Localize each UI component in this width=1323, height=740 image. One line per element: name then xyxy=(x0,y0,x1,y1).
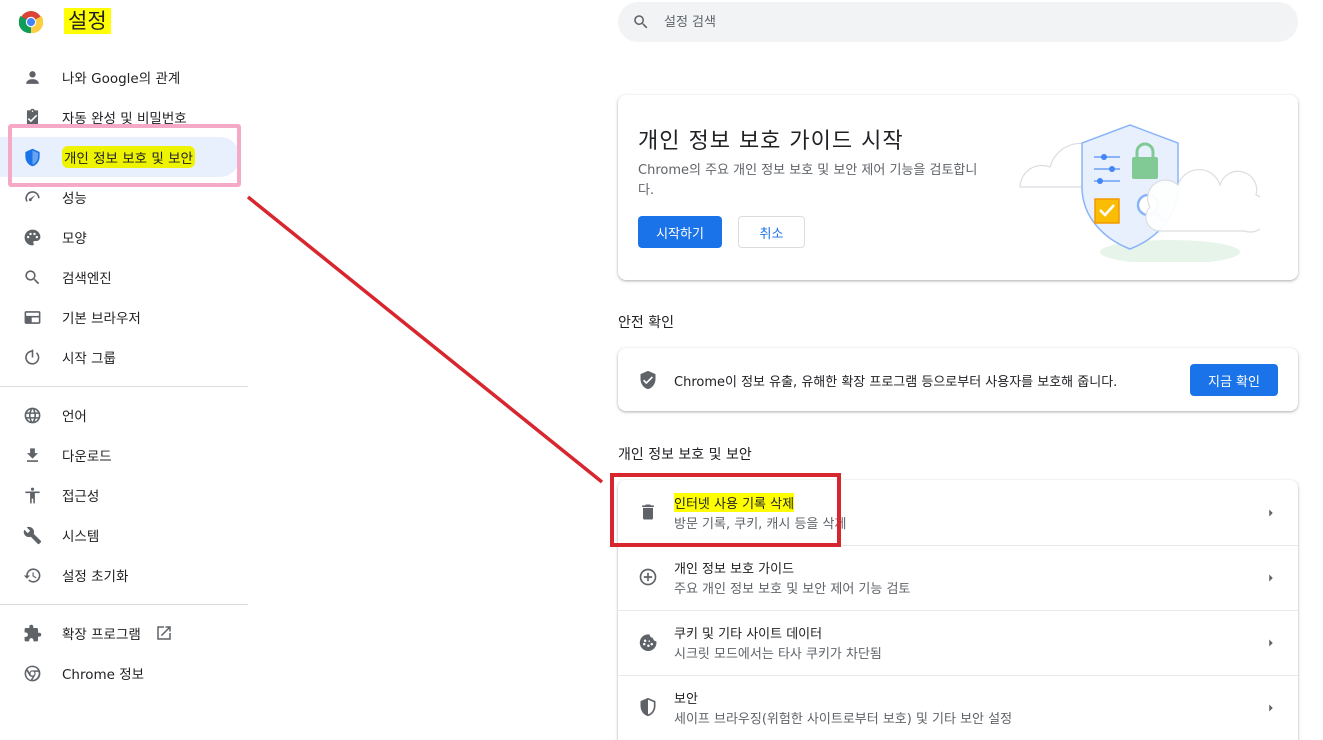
shield-icon xyxy=(22,147,42,167)
accessibility-icon xyxy=(22,485,42,505)
open-in-new-icon xyxy=(155,624,173,642)
row-title: 인터넷 사용 기록 삭제 xyxy=(674,493,795,512)
download-icon xyxy=(22,445,42,465)
sidebar-item-privacy[interactable]: 개인 정보 보호 및 보안 xyxy=(0,137,240,177)
sidebar-item-label: 개인 정보 보호 및 보안 xyxy=(62,146,195,168)
security-row[interactable]: 보안 세이프 브라우징(위험한 사이트로부터 보호) 및 기타 보안 설정 xyxy=(618,675,1298,740)
search-icon xyxy=(632,13,650,31)
sidebar-item-reset[interactable]: 설정 초기화 xyxy=(0,555,248,595)
sidebar-item-label: 성능 xyxy=(62,191,87,207)
privacy-guide-card: 개인 정보 보호 가이드 시작 Chrome의 주요 개인 정보 보호 및 보안… xyxy=(618,95,1298,280)
chevron-right-icon xyxy=(1264,700,1278,714)
power-icon xyxy=(22,347,42,367)
sidebar-item-languages[interactable]: 언어 xyxy=(0,395,248,435)
clear-browsing-data-row[interactable]: 인터넷 사용 기록 삭제 방문 기록, 쿠키, 캐시 등을 삭제 xyxy=(618,480,1298,545)
globe-icon xyxy=(22,405,42,425)
sidebar-item-label: 언어 xyxy=(62,409,87,425)
sidebar-divider xyxy=(0,386,248,387)
sidebar-item-label: 다운로드 xyxy=(62,449,112,465)
sidebar-item-performance[interactable]: 성능 xyxy=(0,177,248,217)
row-title: 개인 정보 보호 가이드 xyxy=(674,562,795,577)
row-subtitle: 주요 개인 정보 보호 및 보안 제어 기능 검토 xyxy=(674,582,911,597)
start-button[interactable]: 시작하기 xyxy=(638,216,722,248)
palette-icon xyxy=(22,227,42,247)
chrome-icon xyxy=(22,663,42,683)
privacy-security-heading: 개인 정보 보호 및 보안 xyxy=(618,447,752,463)
sidebar-item-startup[interactable]: 시작 그룹 xyxy=(0,337,248,377)
shield-check-icon xyxy=(638,370,658,390)
sidebar-item-search-engine[interactable]: 검색엔진 xyxy=(0,257,248,297)
search-input[interactable] xyxy=(664,14,1224,30)
row-subtitle: 방문 기록, 쿠키, 캐시 등을 삭제 xyxy=(674,517,847,532)
browser-icon xyxy=(22,307,42,327)
chrome-logo-icon xyxy=(19,11,43,34)
cancel-button[interactable]: 취소 xyxy=(738,216,805,248)
trash-icon xyxy=(638,502,658,522)
row-subtitle: 시크릿 모드에서는 타사 쿠키가 차단됨 xyxy=(674,647,882,662)
sidebar-item-extensions[interactable]: 확장 프로그램 xyxy=(0,613,248,653)
safety-check-card: Chrome이 정보 유출, 유해한 확장 프로그램 등으로부터 사용자를 보호… xyxy=(618,348,1298,411)
sidebar-item-label: 시스템 xyxy=(62,529,100,545)
privacy-guide-row[interactable]: 개인 정보 보호 가이드 주요 개인 정보 보호 및 보안 제어 기능 검토 xyxy=(618,545,1298,610)
sidebar-item-autofill[interactable]: 자동 완성 및 비밀번호 xyxy=(0,97,248,137)
search-icon xyxy=(22,267,42,287)
wrench-icon xyxy=(22,525,42,545)
privacy-guide-illustration xyxy=(1019,124,1260,262)
safety-check-heading: 안전 확인 xyxy=(618,315,674,331)
speedometer-icon xyxy=(22,187,42,207)
sidebar-item-label: 모양 xyxy=(62,231,87,247)
row-title: 보안 xyxy=(674,692,698,707)
sidebar-item-google[interactable]: 나와 Google의 관계 xyxy=(0,57,248,97)
chevron-right-icon xyxy=(1264,505,1278,519)
privacy-guide-description: Chrome의 주요 개인 정보 보호 및 보안 제어 기능을 검토합니다. xyxy=(638,163,978,198)
history-icon xyxy=(22,565,42,585)
sidebar-divider xyxy=(0,604,248,605)
safety-check-description: Chrome이 정보 유출, 유해한 확장 프로그램 등으로부터 사용자를 보호… xyxy=(674,375,1118,390)
sidebar-item-label: 설정 초기화 xyxy=(62,569,129,585)
sidebar-item-appearance[interactable]: 모양 xyxy=(0,217,248,257)
compass-icon xyxy=(638,567,658,587)
cookie-icon xyxy=(638,632,658,652)
sidebar-item-downloads[interactable]: 다운로드 xyxy=(0,435,248,475)
search-bar[interactable] xyxy=(618,2,1298,42)
shield-half-icon xyxy=(638,697,658,717)
sidebar-item-label: 시작 그룹 xyxy=(62,351,116,367)
chevron-right-icon xyxy=(1264,570,1278,584)
sidebar-item-default-browser[interactable]: 기본 브라우저 xyxy=(0,297,248,337)
person-icon xyxy=(22,67,42,87)
sidebar-item-label: 확장 프로그램 xyxy=(62,627,141,643)
sidebar-item-about-chrome[interactable]: Chrome 정보 xyxy=(0,653,248,693)
chevron-right-icon xyxy=(1264,635,1278,649)
sidebar-item-label: 접근성 xyxy=(62,489,100,505)
row-title: 쿠키 및 기타 사이트 데이터 xyxy=(674,627,823,642)
sidebar-item-label: Chrome 정보 xyxy=(62,667,145,683)
row-subtitle: 세이프 브라우징(위험한 사이트로부터 보호) 및 기타 보안 설정 xyxy=(674,712,1013,727)
privacy-security-card: 인터넷 사용 기록 삭제 방문 기록, 쿠키, 캐시 등을 삭제 개인 정보 보… xyxy=(618,480,1298,740)
sidebar-item-label: 검색엔진 xyxy=(62,271,112,287)
sidebar: 나와 Google의 관계 자동 완성 및 비밀번호 개인 정보 보호 및 보안… xyxy=(0,57,248,693)
clipboard-icon xyxy=(22,107,42,127)
privacy-guide-title: 개인 정보 보호 가이드 시작 xyxy=(638,129,904,154)
puzzle-icon xyxy=(22,623,42,643)
cookies-row[interactable]: 쿠키 및 기타 사이트 데이터 시크릿 모드에서는 타사 쿠키가 차단됨 xyxy=(618,610,1298,675)
sidebar-item-label: 자동 완성 및 비밀번호 xyxy=(62,111,187,127)
sidebar-item-accessibility[interactable]: 접근성 xyxy=(0,475,248,515)
check-now-button[interactable]: 지금 확인 xyxy=(1190,364,1278,396)
page-title: 설정 xyxy=(64,8,111,34)
sidebar-item-label: 기본 브라우저 xyxy=(62,311,141,327)
sidebar-item-label: 나와 Google의 관계 xyxy=(62,71,181,87)
app-header: 설정 xyxy=(0,0,248,44)
sidebar-item-system[interactable]: 시스템 xyxy=(0,515,248,555)
